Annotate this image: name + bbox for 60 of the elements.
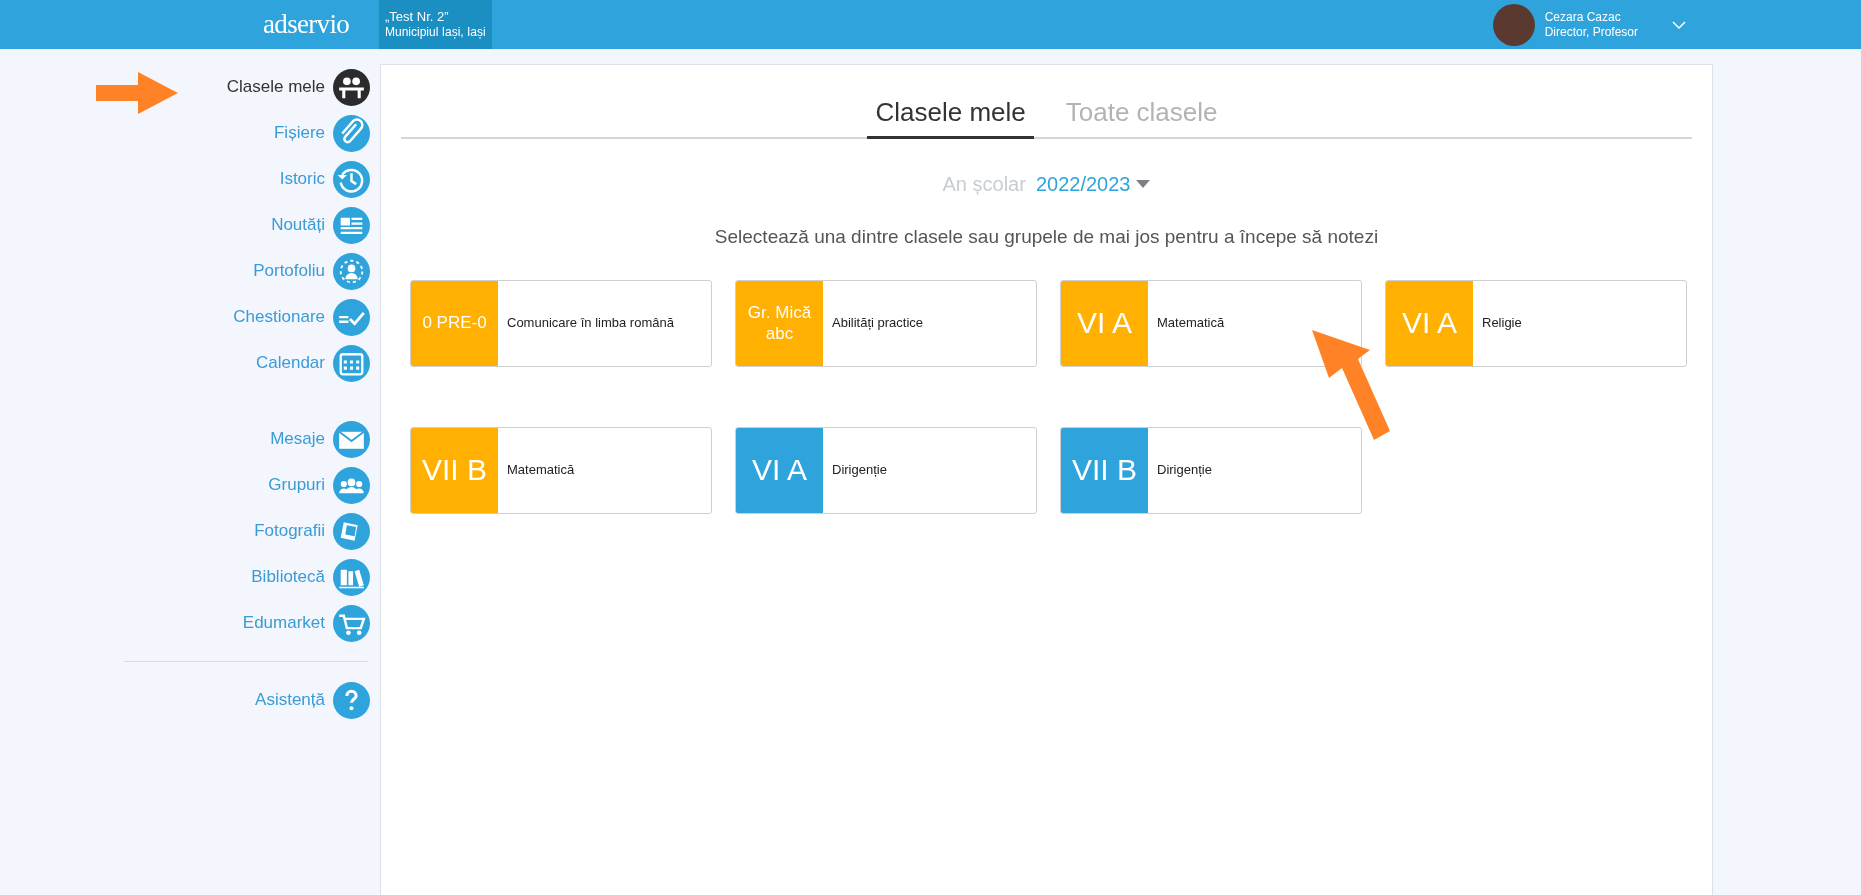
class-card[interactable]: VII B Matematică: [410, 426, 712, 514]
tab[interactable]: Clasele mele: [867, 93, 1034, 139]
school-badge[interactable]: „Test Nr. 2” Municipiul Iași, Iași: [379, 0, 492, 49]
school-location: Municipiul Iași, Iași: [385, 25, 486, 41]
subject-name: Matematică: [1157, 314, 1225, 333]
sidebar-item[interactable]: Istoric: [279, 156, 370, 202]
group-icon: [333, 466, 370, 504]
subject-name: Matematică: [507, 461, 575, 480]
sidebar-item[interactable]: Fotografii: [254, 508, 370, 554]
sidebar-item[interactable]: Chestionare: [233, 294, 370, 340]
paperclip-icon: [333, 114, 370, 152]
class-name: VII B: [411, 427, 498, 513]
sidebar-item[interactable]: Calendar: [256, 340, 370, 386]
help-icon: [333, 681, 370, 719]
photos-icon: [333, 512, 370, 550]
school-name: „Test Nr. 2”: [385, 8, 450, 26]
class-card[interactable]: VI A Dirigenție: [735, 426, 1037, 514]
class-card[interactable]: VII B Dirigenție: [1060, 426, 1362, 514]
chevron-down-icon[interactable]: [1672, 20, 1686, 29]
class-name: Gr. Mică abc: [736, 280, 823, 366]
class-card[interactable]: 0 PRE-0 Comunicare în limba română: [410, 279, 712, 367]
sidebar-item[interactable]: Fișiere: [274, 110, 370, 156]
instruction-text: Selectează una dintre clasele sau grupele de mai jos pentru a începe să notezi: [713, 225, 1380, 249]
class-name: VI A: [1386, 280, 1473, 366]
class-card[interactable]: Gr. Mică abc Abilități practice: [735, 279, 1037, 367]
class-card[interactable]: VI A Religie: [1385, 279, 1687, 367]
class-card[interactable]: VI A Matematică: [1060, 279, 1362, 367]
class-name: VI A: [736, 427, 823, 513]
history-icon: [333, 160, 370, 198]
newspaper-icon: [333, 206, 370, 244]
checkmark-list-icon: [333, 298, 370, 336]
subject-name: Comunicare în limba română: [507, 314, 674, 333]
caret-icon: [1136, 180, 1151, 188]
subject-name: Religie: [1482, 314, 1522, 333]
class-name: VI A: [1061, 280, 1148, 366]
books-icon: [333, 558, 370, 596]
avatar[interactable]: [1492, 3, 1535, 46]
sidebar-item[interactable]: Noutăți: [271, 202, 370, 248]
user-name: Cezara Cazac: [1544, 9, 1622, 25]
cart-icon: [333, 604, 370, 642]
subject-name: Abilități practice: [832, 314, 924, 333]
subject-name: Dirigenție: [832, 461, 887, 480]
sidebar-item[interactable]: Edumarket: [242, 600, 370, 646]
people-at-desk-icon: [333, 68, 370, 106]
school-year-dropdown[interactable]: 2022/2023: [1035, 169, 1151, 199]
tab[interactable]: Toate clasele: [1057, 93, 1226, 139]
envelope-icon: [333, 420, 370, 458]
sidebar-item[interactable]: Bibliotecă: [251, 554, 370, 600]
sidebar-item[interactable]: Portofoliu: [253, 248, 370, 294]
sidebar-item[interactable]: Clasele mele: [226, 64, 370, 110]
subject-name: Dirigenție: [1157, 461, 1212, 480]
sidebar-item[interactable]: Grupuri: [268, 462, 370, 508]
person-circle-icon: [333, 252, 370, 290]
sidebar-item[interactable]: Mesaje: [270, 416, 370, 462]
class-name: VII B: [1061, 427, 1148, 513]
class-name: 0 PRE-0: [411, 280, 498, 366]
user-role: Director, Profesor: [1544, 24, 1638, 40]
logo[interactable]: adservio: [263, 11, 377, 38]
sidebar-item[interactable]: Asistență: [255, 677, 370, 723]
calendar-icon: [333, 344, 370, 382]
